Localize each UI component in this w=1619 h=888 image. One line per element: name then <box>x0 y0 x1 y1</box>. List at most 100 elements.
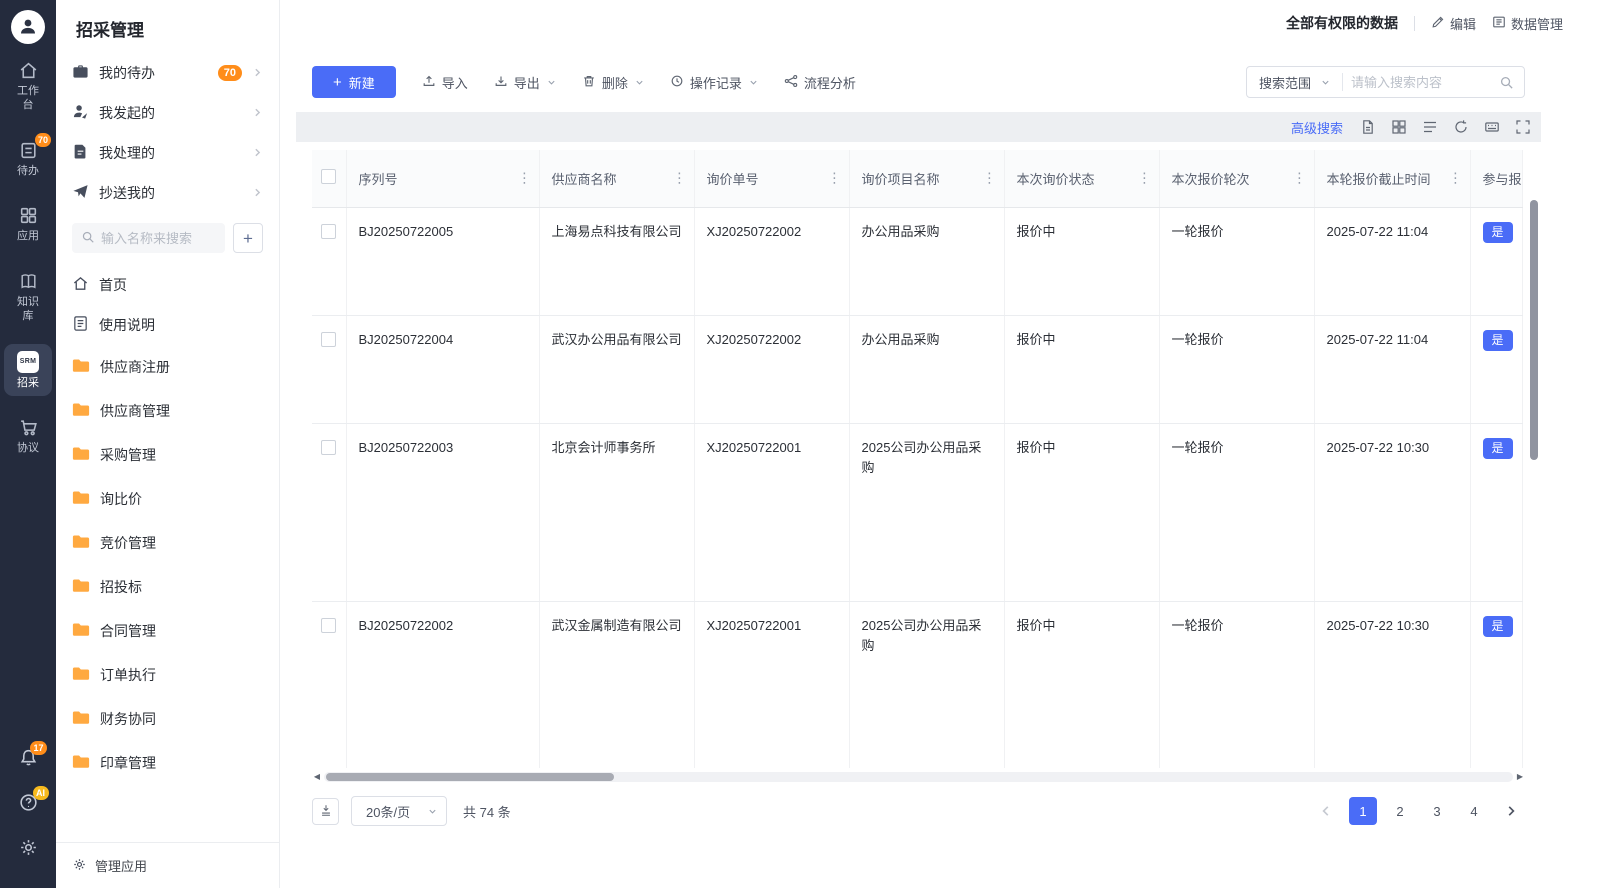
sidebar-search-box[interactable] <box>72 223 225 253</box>
column-header-serial[interactable]: 序列号⋮ <box>346 150 539 207</box>
add-form-button[interactable]: + <box>233 223 263 253</box>
column-header-joined[interactable]: 参与报价 <box>1470 150 1523 207</box>
folder-label: 采购管理 <box>100 445 156 465</box>
user-avatar[interactable] <box>11 10 45 44</box>
new-record-button[interactable]: + 新建 <box>312 66 396 98</box>
column-header-round[interactable]: 本次报价轮次⋮ <box>1159 150 1314 207</box>
settings-button[interactable] <box>18 837 39 858</box>
sidebar-folder-supplier-manage[interactable]: 供应商管理 <box>56 389 279 433</box>
page-size-value: 20条/页 <box>366 802 410 821</box>
sidebar-item-home[interactable]: 首页 <box>56 265 279 305</box>
row-checkbox[interactable] <box>321 332 336 347</box>
cell-deadline: 2025-07-22 11:04 <box>1314 207 1470 315</box>
sidebar-item-initiated-by-me[interactable]: 我发起的 <box>56 93 279 133</box>
rail-item-label: 待办 <box>15 165 41 179</box>
sidebar-folder-inquiry[interactable]: 询比价 <box>56 477 279 521</box>
refresh-icon[interactable] <box>1453 119 1469 135</box>
sidebar-item-cc-to-me[interactable]: 抄送我的 <box>56 173 279 213</box>
column-header-deadline[interactable]: 本轮报价截止时间⋮ <box>1314 150 1470 207</box>
folder-label: 竞价管理 <box>100 533 156 553</box>
sidebar-folder-contract-manage[interactable]: 合同管理 <box>56 609 279 653</box>
scroll-right-arrow[interactable]: ▶ <box>1515 773 1525 781</box>
cell-status: 报价中 <box>1004 207 1159 315</box>
table-row[interactable]: BJ20250722005 上海易点科技有限公司 XJ20250722002 办… <box>312 207 1523 315</box>
rail-item-agreement[interactable]: 协议 <box>4 410 52 462</box>
sidebar-folder-bidding-manage[interactable]: 竞价管理 <box>56 521 279 565</box>
help-button[interactable]: AI <box>18 792 39 813</box>
vertical-scrollbar[interactable] <box>1530 200 1538 460</box>
column-menu-icon[interactable]: ⋮ <box>1138 170 1152 187</box>
sidebar-folder-seal-manage[interactable]: 印章管理 <box>56 741 279 785</box>
manage-apps-label: 管理应用 <box>95 856 147 875</box>
table-row[interactable]: BJ20250722004 武汉办公用品有限公司 XJ20250722002 办… <box>312 315 1523 423</box>
cell-project: 2025公司办公用品采购 <box>849 601 1004 768</box>
search-icon[interactable] <box>1495 75 1524 90</box>
column-menu-icon[interactable]: ⋮ <box>673 170 687 187</box>
column-menu-icon[interactable]: ⋮ <box>983 170 997 187</box>
data-manage-button[interactable]: 数据管理 <box>1492 14 1563 33</box>
gear-icon <box>72 857 87 875</box>
scroll-left-arrow[interactable]: ◀ <box>312 773 322 781</box>
rail-item-workbench[interactable]: 工作台 <box>4 53 52 119</box>
search-input[interactable] <box>1343 75 1495 90</box>
column-menu-icon[interactable]: ⋮ <box>518 170 532 187</box>
search-scope-select[interactable]: 搜索范围 <box>1247 73 1342 92</box>
page-button-2[interactable]: 2 <box>1386 797 1414 825</box>
import-button[interactable]: 导入 <box>422 73 468 92</box>
notifications-button[interactable]: 17 <box>18 747 39 768</box>
operation-log-button[interactable]: 操作记录 <box>670 73 758 92</box>
list-view-icon[interactable] <box>1422 119 1438 135</box>
horizontal-scrollbar: ◀ ▶ <box>312 770 1525 784</box>
sidebar-item-handled-by-me[interactable]: 我处理的 <box>56 133 279 173</box>
fullscreen-icon[interactable] <box>1515 119 1531 135</box>
column-menu-icon[interactable]: ⋮ <box>1293 170 1307 187</box>
table-row[interactable]: BJ20250722003 北京会计师事务所 XJ20250722001 202… <box>312 423 1523 601</box>
page-button-3[interactable]: 3 <box>1423 797 1451 825</box>
scrollbar-thumb[interactable] <box>326 773 614 781</box>
next-page-button[interactable] <box>1497 797 1525 825</box>
data-scope-label[interactable]: 全部有权限的数据 <box>1286 13 1398 33</box>
sidebar-folder-finance[interactable]: 财务协同 <box>56 697 279 741</box>
cell-serial: BJ20250722004 <box>346 315 539 423</box>
column-header-supplier[interactable]: 供应商名称⋮ <box>539 150 694 207</box>
column-header-project[interactable]: 询价项目名称⋮ <box>849 150 1004 207</box>
sidebar-item-guide[interactable]: 使用说明 <box>56 305 279 345</box>
rail-item-todo[interactable]: 待办 70 <box>4 133 52 185</box>
row-checkbox[interactable] <box>321 440 336 455</box>
rail-item-procurement[interactable]: SRM 招采 <box>4 344 52 397</box>
rail-bottom: 17 AI <box>18 747 39 888</box>
manage-apps-button[interactable]: 管理应用 <box>56 842 279 888</box>
scrollbar-track[interactable] <box>324 772 1513 782</box>
page-size-select[interactable]: 20条/页 <box>351 796 447 826</box>
flow-analysis-button[interactable]: 流程分析 <box>784 73 856 92</box>
table-row[interactable]: BJ20250722002 武汉金属制造有限公司 XJ20250722001 2… <box>312 601 1523 768</box>
sidebar-folder-supplier-register[interactable]: 供应商注册 <box>56 345 279 389</box>
card-view-icon[interactable] <box>1391 119 1407 135</box>
column-menu-icon[interactable]: ⋮ <box>1449 170 1463 187</box>
edit-button[interactable]: 编辑 <box>1431 14 1476 33</box>
locate-button[interactable] <box>312 798 339 825</box>
export-button[interactable]: 导出 <box>494 73 556 92</box>
column-header-status[interactable]: 本次询价状态⋮ <box>1004 150 1159 207</box>
sidebar-search-input[interactable] <box>101 231 216 246</box>
column-header-inquiry-no[interactable]: 询价单号⋮ <box>694 150 849 207</box>
sidebar-folder-tendering[interactable]: 招投标 <box>56 565 279 609</box>
page-button-1[interactable]: 1 <box>1349 797 1377 825</box>
prev-page-button[interactable] <box>1312 797 1340 825</box>
cell-joined: 是 <box>1470 601 1523 768</box>
keyboard-icon[interactable] <box>1484 119 1500 135</box>
row-checkbox[interactable] <box>321 224 336 239</box>
rail-item-knowledge[interactable]: 知识库 <box>4 264 52 330</box>
rail-item-apps[interactable]: 应用 <box>4 198 52 250</box>
export-record-icon[interactable] <box>1360 119 1376 135</box>
cell-round: 一轮报价 <box>1159 315 1314 423</box>
page-button-4[interactable]: 4 <box>1460 797 1488 825</box>
advanced-search-link[interactable]: 高级搜索 <box>1291 118 1343 137</box>
delete-button[interactable]: 删除 <box>582 73 644 92</box>
sidebar-item-my-todos[interactable]: 我的待办 70 <box>56 53 279 93</box>
select-all-checkbox[interactable] <box>321 169 336 184</box>
sidebar-folder-purchase-manage[interactable]: 采购管理 <box>56 433 279 477</box>
column-menu-icon[interactable]: ⋮ <box>828 170 842 187</box>
row-checkbox[interactable] <box>321 618 336 633</box>
sidebar-folder-order-execution[interactable]: 订单执行 <box>56 653 279 697</box>
